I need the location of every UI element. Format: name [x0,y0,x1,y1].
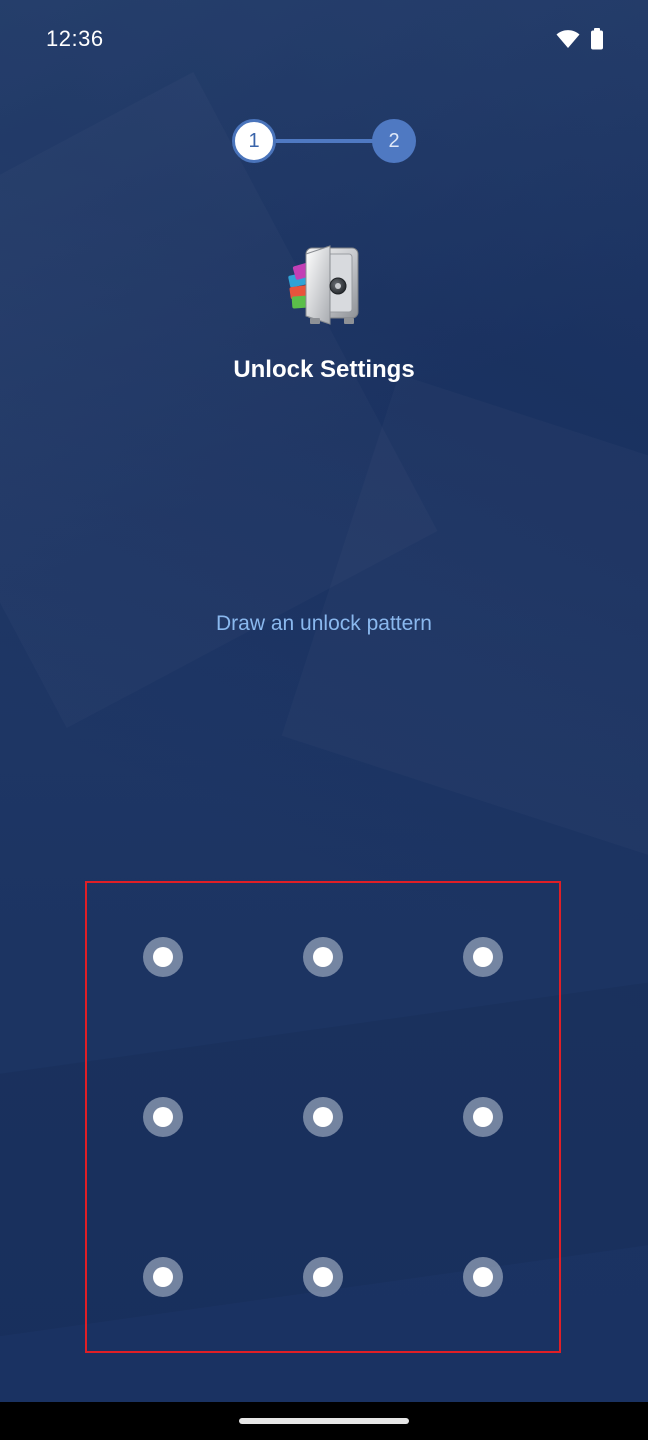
pattern-dot-8[interactable] [303,1257,343,1297]
pattern-dot-3[interactable] [463,937,503,977]
pattern-dot-center [153,1267,173,1287]
pattern-dot-center [313,1107,333,1127]
battery-icon [590,28,604,54]
pattern-dot-2[interactable] [303,937,343,977]
pattern-dot-4[interactable] [143,1097,183,1137]
pattern-dot-center [153,947,173,967]
app-lock-vault-icon [284,244,364,328]
wifi-icon [556,29,580,53]
step-progress-indicator: 1 2 [232,119,418,163]
status-bar: 12:36 [0,0,648,80]
pattern-dot-6[interactable] [463,1097,503,1137]
status-time: 12:36 [46,26,104,51]
pattern-dot-center [473,947,493,967]
pattern-dot-center [473,1267,493,1287]
pattern-dot-center [313,947,333,967]
step-connector [272,139,376,143]
pattern-dot-center [153,1107,173,1127]
pattern-dot-center [473,1107,493,1127]
pattern-dot-9[interactable] [463,1257,503,1297]
pattern-hint-text: Draw an unlock pattern [216,612,432,635]
step-1-indicator: 1 [232,119,276,163]
page-title: Unlock Settings [233,356,415,383]
home-gesture-handle[interactable] [239,1418,409,1424]
pattern-dot-1[interactable] [143,937,183,977]
pattern-dot-7[interactable] [143,1257,183,1297]
pattern-dot-center [313,1267,333,1287]
status-icons [556,28,604,54]
pattern-dot-5[interactable] [303,1097,343,1137]
navigation-bar [0,1402,648,1440]
step-2-indicator: 2 [372,119,416,163]
unlock-pattern-grid[interactable] [85,881,561,1353]
